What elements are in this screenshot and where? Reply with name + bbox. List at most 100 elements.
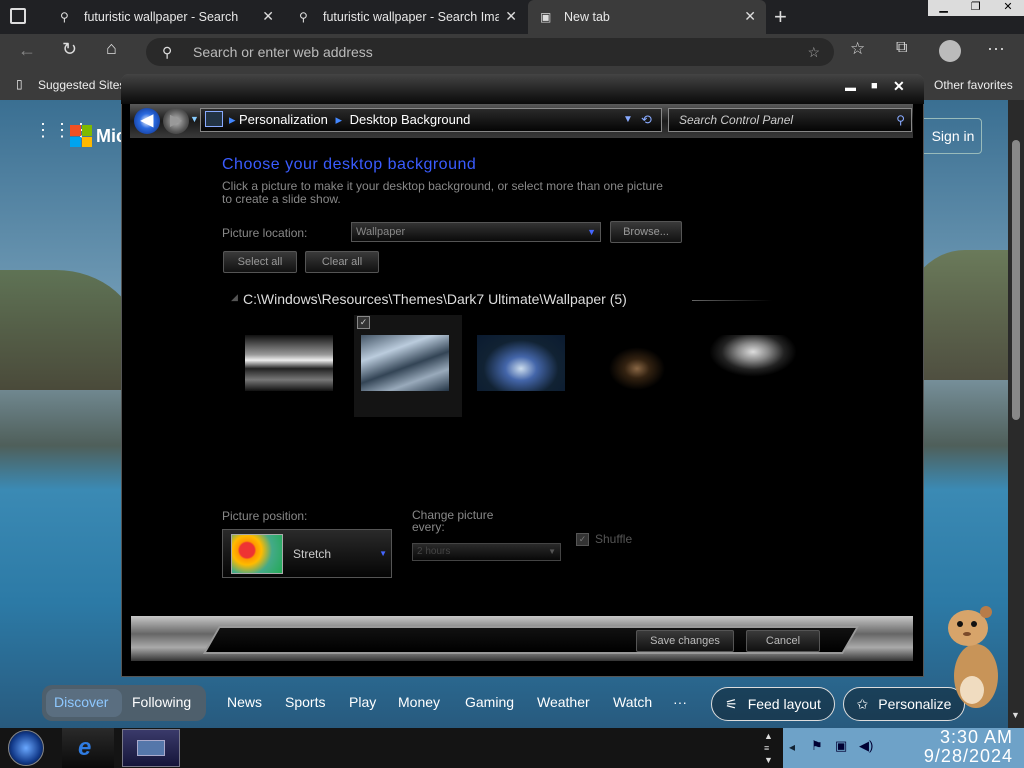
picture-location-select[interactable]: Wallpaper ▼ [351,222,601,242]
close-icon[interactable]: ✕ [744,8,756,25]
minimize-icon[interactable]: ▁ [939,0,947,16]
nav-money[interactable]: Money [398,694,440,710]
sliders-icon: ⚟ [725,695,738,712]
change-picture-label: Change picture every: [412,509,493,533]
thumb-checkbox[interactable]: ✓ [357,316,370,329]
taskbar-scroll-arrows[interactable]: ▲ ≡ ▼ [764,730,773,766]
nav-more[interactable]: ··· [673,694,687,710]
action-center-icon[interactable]: ⚑ [811,738,823,754]
taskbar: e ▲ ≡ ▼ ◂ ⚑ ▣ ◀) 3:30 AM 9/28/2024 [0,728,1024,768]
back-icon[interactable]: ← [18,40,36,61]
restore-icon[interactable]: ❐ [971,0,981,16]
address-bar[interactable]: ⚲ Search or enter web address ☆ [146,38,834,66]
change-interval-select[interactable]: 2 hours ▼ [412,543,561,561]
tab-label: New tab [564,10,610,24]
cancel-button[interactable]: Cancel [746,630,820,652]
collections-icon[interactable]: ⧉ [896,39,907,57]
search-icon[interactable]: ⚲ [896,109,905,131]
picture-position-value: Stretch [293,547,332,561]
other-favorites-link[interactable]: Other favorites [934,78,1013,92]
picture-location-label: Picture location: [222,226,308,240]
nav-weather[interactable]: Weather [537,694,590,710]
sign-in-button[interactable]: Sign in [914,118,982,154]
add-favorite-icon[interactable]: ☆ [807,38,820,66]
control-panel-titlebar: ▬ ■ ✕ [121,74,924,104]
hill-left [0,270,140,390]
maximize-icon[interactable]: ■ [871,80,878,92]
tab-new-tab[interactable]: ▣ New tab ✕ [528,0,766,34]
network-icon[interactable]: ▣ [835,738,847,754]
instructions-text: Click a picture to make it your desktop … [222,180,822,206]
taskbar-edge-button[interactable]: e [62,728,114,768]
sparkle-icon: ✩ [856,695,869,712]
back-button-icon[interactable]: ◀ [134,108,160,134]
feed-layout-button[interactable]: ⚟ Feed layout [711,687,835,721]
nav-news[interactable]: News [227,694,262,710]
clock[interactable]: 3:30 AM 9/28/2024 [883,728,1013,766]
dropdown-icon[interactable]: ▼ [623,109,633,131]
wallpaper-thumb-3[interactable] [477,335,565,391]
tab-actions-icon[interactable] [10,8,26,24]
settings-more-icon[interactable]: ··· [987,38,1005,59]
picture-location-value: Wallpaper [356,226,406,238]
shuffle-label: Shuffle [595,532,633,546]
nav-watch[interactable]: Watch [613,694,652,710]
close-icon[interactable]: ✕ [893,78,905,95]
volume-icon[interactable]: ◀) [859,738,873,754]
close-icon[interactable]: ✕ [505,8,517,25]
tab-search-2[interactable]: ⚲ futuristic wallpaper - Search Ima ✕ [287,0,527,34]
refresh-icon[interactable]: ⟲ [641,109,652,131]
refresh-icon[interactable]: ↻ [62,39,77,60]
tab-search-1[interactable]: ⚲ futuristic wallpaper - Search ✕ [48,0,284,34]
browse-button[interactable]: Browse... [610,221,682,243]
instructions-line-2: to create a slide show. [222,192,341,206]
address-placeholder: Search or enter web address [193,44,373,60]
control-panel-search-input[interactable]: Search Control Panel ⚲ [668,108,912,132]
breadcrumb-personalization[interactable]: Personalization [239,112,328,127]
picture-position-select[interactable]: Stretch ▼ [222,529,392,578]
control-panel-address-bar[interactable]: ▸ Personalization ▸ Desktop Background ▼… [200,108,662,132]
clear-all-button[interactable]: Clear all [305,251,379,273]
tab-following[interactable]: Following [132,694,191,710]
start-orb-icon[interactable] [8,730,44,766]
shuffle-checkbox[interactable]: ✓ [576,533,589,546]
recent-pages-icon[interactable]: ▼ [190,114,199,124]
scroll-down-icon[interactable]: ▼ [1011,710,1020,720]
nav-sports[interactable]: Sports [285,694,325,710]
save-changes-button[interactable]: Save changes [636,630,734,652]
forward-button-icon[interactable]: ▶ [163,108,189,134]
chevron-down-icon: ▼ [587,227,596,237]
wallpaper-thumb-2[interactable] [361,335,449,391]
nav-play[interactable]: Play [349,694,376,710]
scrollbar-thumb[interactable] [1012,140,1020,420]
window-thumb-icon [137,740,165,756]
select-all-button[interactable]: Select all [223,251,297,273]
favorites-icon[interactable]: ☆ [850,39,865,59]
home-icon[interactable]: ⌂ [106,38,117,59]
group-divider [692,300,772,301]
wallpaper-thumb-5[interactable] [709,335,797,377]
suggested-sites-link[interactable]: Suggested Sites [38,78,125,92]
page-scrollbar[interactable]: ▼ [1008,100,1024,728]
new-tab-icon: ▣ [540,10,552,24]
breadcrumb-desktop-background[interactable]: Desktop Background [350,112,471,127]
wallpaper-thumb-4[interactable] [593,335,681,391]
profile-avatar[interactable] [939,40,961,62]
close-icon[interactable]: ✕ [1003,0,1012,16]
minimize-icon[interactable]: ▬ [845,82,856,94]
chevron-down-icon: ▼ [548,547,556,556]
microsoft-logo [70,125,92,147]
taskbar-control-panel-button[interactable] [122,729,180,767]
close-icon[interactable]: ✕ [262,8,274,25]
picture-position-label: Picture position: [222,509,308,523]
change-interval-value: 2 hours [417,546,451,557]
collapse-group-icon[interactable]: ◢ [231,292,238,303]
show-hidden-icons[interactable]: ◂ [789,740,795,754]
new-tab-button[interactable]: + [774,4,787,30]
notification-area: ◂ ⚑ ▣ ◀) 3:30 AM 9/28/2024 [783,728,1024,768]
nav-gaming[interactable]: Gaming [465,694,514,710]
chevron-down-icon: ▼ [379,549,387,558]
window-controls: ▁ ❐ ✕ [928,0,1024,16]
wallpaper-thumb-1[interactable] [245,335,333,391]
tab-discover[interactable]: Discover [54,694,108,710]
